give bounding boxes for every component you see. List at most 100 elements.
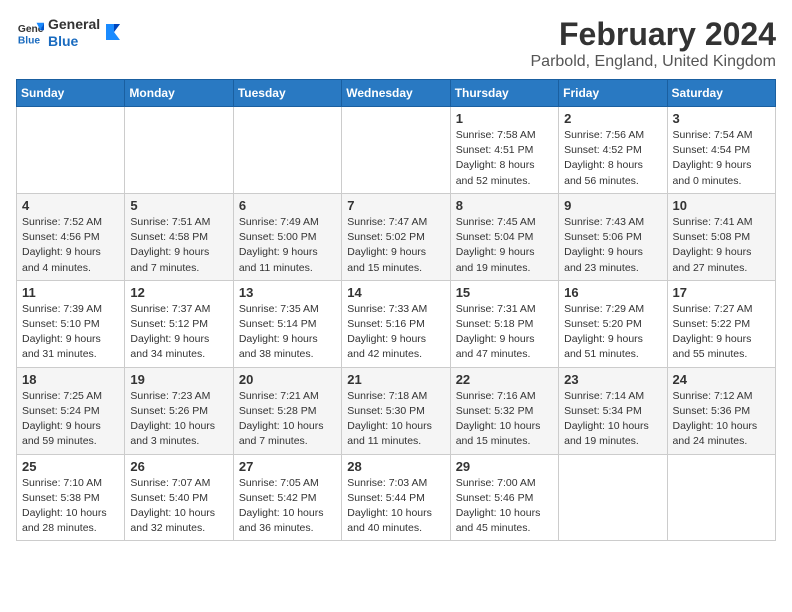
calendar-cell: 13 Sunrise: 7:35 AM Sunset: 5:14 PM Dayli… [233, 280, 341, 367]
day-info: Sunrise: 7:21 AM Sunset: 5:28 PM Dayligh… [239, 389, 336, 450]
logo-text-general: General [48, 16, 100, 33]
calendar-cell: 6 Sunrise: 7:49 AM Sunset: 5:00 PM Daylig… [233, 193, 341, 280]
calendar-cell: 18Sunrise: 7:25 AM Sunset: 5:24 PM Dayli… [17, 367, 125, 454]
day-number: 9 [564, 198, 661, 213]
day-info: Sunrise: 7:29 AM Sunset: 5:20 PM Dayligh… [564, 302, 661, 363]
calendar-cell: 28 Sunrise: 7:03 AM Sunset: 5:44 PM Dayli… [342, 454, 450, 541]
calendar-cell: 4 Sunrise: 7:52 AM Sunset: 4:56 PM Daylig… [17, 193, 125, 280]
main-title: February 2024 [531, 16, 777, 53]
day-info: Sunrise: 7:07 AM Sunset: 5:40 PM Dayligh… [130, 476, 227, 537]
day-number: 13 [239, 285, 336, 300]
header-row: SundayMondayTuesdayWednesdayThursdayFrid… [17, 80, 776, 107]
day-number: 12 [130, 285, 227, 300]
header-cell-thursday: Thursday [450, 80, 558, 107]
day-number: 1 [456, 111, 553, 126]
calendar-cell: 22 Sunrise: 7:16 AM Sunset: 5:32 PM Dayli… [450, 367, 558, 454]
day-number: 11 [22, 285, 119, 300]
calendar-cell: 10 Sunrise: 7:41 AM Sunset: 5:08 PM Dayli… [667, 193, 775, 280]
day-info: Sunrise: 7:00 AM Sunset: 5:46 PM Dayligh… [456, 476, 553, 537]
calendar-cell [125, 107, 233, 194]
logo-text-blue: Blue [48, 33, 100, 50]
calendar-cell: 16 Sunrise: 7:29 AM Sunset: 5:20 PM Dayli… [559, 280, 667, 367]
day-number: 4 [22, 198, 119, 213]
day-number: 20 [239, 372, 336, 387]
day-number: 7 [347, 198, 444, 213]
day-info: Sunrise: 7:16 AM Sunset: 5:32 PM Dayligh… [456, 389, 553, 450]
day-info: Sunrise: 7:47 AM Sunset: 5:02 PM Dayligh… [347, 215, 444, 276]
day-number: 26 [130, 459, 227, 474]
day-info: Sunrise: 7:56 AM Sunset: 4:52 PM Dayligh… [564, 128, 661, 189]
header-cell-saturday: Saturday [667, 80, 775, 107]
day-number: 2 [564, 111, 661, 126]
day-info: Sunrise: 7:05 AM Sunset: 5:42 PM Dayligh… [239, 476, 336, 537]
calendar-table: SundayMondayTuesdayWednesdayThursdayFrid… [16, 79, 776, 541]
day-number: 23 [564, 372, 661, 387]
day-info: Sunrise: 7:49 AM Sunset: 5:00 PM Dayligh… [239, 215, 336, 276]
calendar-cell: 2 Sunrise: 7:56 AM Sunset: 4:52 PM Daylig… [559, 107, 667, 194]
calendar-cell: 26 Sunrise: 7:07 AM Sunset: 5:40 PM Dayli… [125, 454, 233, 541]
day-info: Sunrise: 7:18 AM Sunset: 5:30 PM Dayligh… [347, 389, 444, 450]
calendar-cell: 8 Sunrise: 7:45 AM Sunset: 5:04 PM Daylig… [450, 193, 558, 280]
calendar-week-row: 18Sunrise: 7:25 AM Sunset: 5:24 PM Dayli… [17, 367, 776, 454]
day-info: Sunrise: 7:03 AM Sunset: 5:44 PM Dayligh… [347, 476, 444, 537]
day-number: 24 [673, 372, 770, 387]
day-number: 28 [347, 459, 444, 474]
calendar-cell: 25 Sunrise: 7:10 AM Sunset: 5:38 PM Dayli… [17, 454, 125, 541]
header-cell-sunday: Sunday [17, 80, 125, 107]
day-number: 3 [673, 111, 770, 126]
logo: General Blue General Blue [16, 16, 122, 50]
day-info: Sunrise: 7:33 AM Sunset: 5:16 PM Dayligh… [347, 302, 444, 363]
day-info: Sunrise: 7:12 AM Sunset: 5:36 PM Dayligh… [673, 389, 770, 450]
day-number: 18 [22, 372, 119, 387]
day-number: 17 [673, 285, 770, 300]
header-cell-wednesday: Wednesday [342, 80, 450, 107]
subtitle: Parbold, England, United Kingdom [531, 53, 777, 71]
calendar-cell: 11 Sunrise: 7:39 AM Sunset: 5:10 PM Dayli… [17, 280, 125, 367]
day-info: Sunrise: 7:27 AM Sunset: 5:22 PM Dayligh… [673, 302, 770, 363]
day-number: 10 [673, 198, 770, 213]
day-info: Sunrise: 7:52 AM Sunset: 4:56 PM Dayligh… [22, 215, 119, 276]
calendar-cell: 23Sunrise: 7:14 AM Sunset: 5:34 PM Dayli… [559, 367, 667, 454]
logo-icon: General Blue [16, 19, 44, 47]
header-cell-friday: Friday [559, 80, 667, 107]
calendar-cell: 14Sunrise: 7:33 AM Sunset: 5:16 PM Dayli… [342, 280, 450, 367]
calendar-cell: 20 Sunrise: 7:21 AM Sunset: 5:28 PM Dayli… [233, 367, 341, 454]
day-number: 6 [239, 198, 336, 213]
day-info: Sunrise: 7:23 AM Sunset: 5:26 PM Dayligh… [130, 389, 227, 450]
day-info: Sunrise: 7:41 AM Sunset: 5:08 PM Dayligh… [673, 215, 770, 276]
calendar-cell: 24 Sunrise: 7:12 AM Sunset: 5:36 PM Dayli… [667, 367, 775, 454]
calendar-cell: 19 Sunrise: 7:23 AM Sunset: 5:26 PM Dayli… [125, 367, 233, 454]
day-number: 21 [347, 372, 444, 387]
calendar-week-row: 1 Sunrise: 7:58 AM Sunset: 4:51 PM Daylig… [17, 107, 776, 194]
calendar-cell: 29 Sunrise: 7:00 AM Sunset: 5:46 PM Dayli… [450, 454, 558, 541]
day-number: 8 [456, 198, 553, 213]
day-number: 22 [456, 372, 553, 387]
day-info: Sunrise: 7:39 AM Sunset: 5:10 PM Dayligh… [22, 302, 119, 363]
day-info: Sunrise: 7:35 AM Sunset: 5:14 PM Dayligh… [239, 302, 336, 363]
calendar-cell: 27Sunrise: 7:05 AM Sunset: 5:42 PM Dayli… [233, 454, 341, 541]
calendar-cell: 17 Sunrise: 7:27 AM Sunset: 5:22 PM Dayli… [667, 280, 775, 367]
calendar-cell: 3 Sunrise: 7:54 AM Sunset: 4:54 PM Daylig… [667, 107, 775, 194]
calendar-cell: 12 Sunrise: 7:37 AM Sunset: 5:12 PM Dayli… [125, 280, 233, 367]
day-number: 16 [564, 285, 661, 300]
day-number: 19 [130, 372, 227, 387]
calendar-cell [233, 107, 341, 194]
day-info: Sunrise: 7:54 AM Sunset: 4:54 PM Dayligh… [673, 128, 770, 189]
calendar-cell [342, 107, 450, 194]
calendar-cell: 21 Sunrise: 7:18 AM Sunset: 5:30 PM Dayli… [342, 367, 450, 454]
calendar-cell: 1 Sunrise: 7:58 AM Sunset: 4:51 PM Daylig… [450, 107, 558, 194]
svg-text:Blue: Blue [18, 35, 41, 46]
day-number: 29 [456, 459, 553, 474]
day-number: 5 [130, 198, 227, 213]
day-info: Sunrise: 7:37 AM Sunset: 5:12 PM Dayligh… [130, 302, 227, 363]
calendar-week-row: 11 Sunrise: 7:39 AM Sunset: 5:10 PM Dayli… [17, 280, 776, 367]
title-area: February 2024 Parbold, England, United K… [531, 16, 777, 71]
calendar-cell [559, 454, 667, 541]
day-info: Sunrise: 7:10 AM Sunset: 5:38 PM Dayligh… [22, 476, 119, 537]
calendar-cell: 9Sunrise: 7:43 AM Sunset: 5:06 PM Daylig… [559, 193, 667, 280]
day-info: Sunrise: 7:45 AM Sunset: 5:04 PM Dayligh… [456, 215, 553, 276]
header-cell-monday: Monday [125, 80, 233, 107]
day-info: Sunrise: 7:58 AM Sunset: 4:51 PM Dayligh… [456, 128, 553, 189]
header: General Blue General Blue February 2024 … [16, 16, 776, 71]
day-number: 25 [22, 459, 119, 474]
